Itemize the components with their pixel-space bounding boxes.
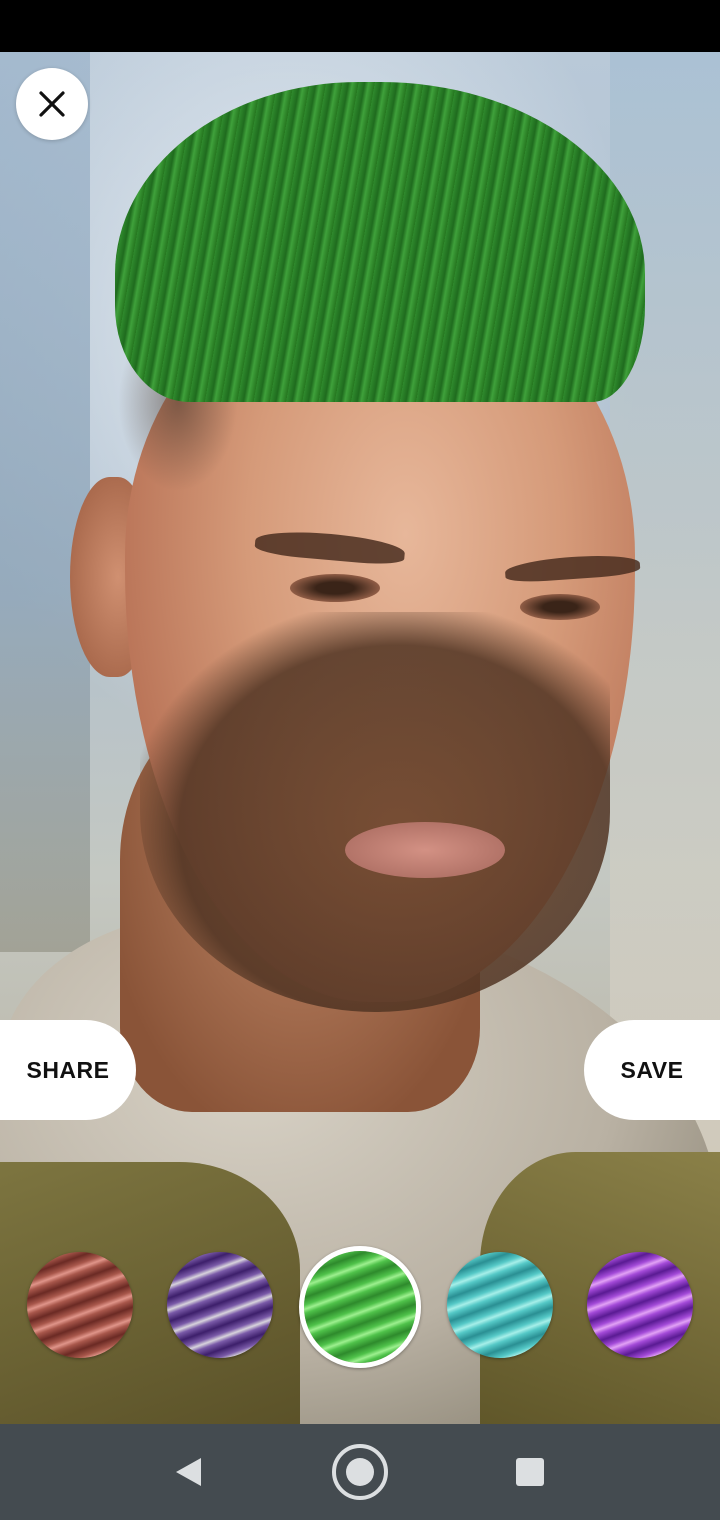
- eye-right: [520, 594, 600, 620]
- home-circle-icon: [332, 1444, 388, 1500]
- swatch-green[interactable]: [299, 1246, 421, 1368]
- hair-color-preview-photo: [0, 52, 720, 1424]
- swatch-purple-silver[interactable]: [167, 1252, 273, 1358]
- close-button[interactable]: [16, 68, 88, 140]
- swatch-teal[interactable]: [447, 1252, 553, 1358]
- hair-color-swatches: [0, 1246, 720, 1368]
- close-icon: [39, 91, 65, 117]
- colored-hair: [115, 82, 645, 402]
- save-button[interactable]: SAVE: [584, 1020, 720, 1120]
- nav-back-button[interactable]: [168, 1452, 208, 1492]
- eye-left: [290, 574, 380, 602]
- lips: [345, 822, 505, 878]
- status-bar: [0, 0, 720, 52]
- back-triangle-icon: [176, 1458, 201, 1486]
- share-button[interactable]: SHARE: [0, 1020, 136, 1120]
- background-blur-left: [0, 52, 90, 952]
- swatch-violet[interactable]: [587, 1252, 693, 1358]
- recent-square-icon: [516, 1458, 544, 1486]
- nav-recent-apps-button[interactable]: [510, 1452, 550, 1492]
- swatch-copper-red[interactable]: [27, 1252, 133, 1358]
- system-navigation-bar: [0, 1424, 720, 1520]
- nav-home-button[interactable]: [330, 1442, 390, 1502]
- beard: [140, 612, 610, 1012]
